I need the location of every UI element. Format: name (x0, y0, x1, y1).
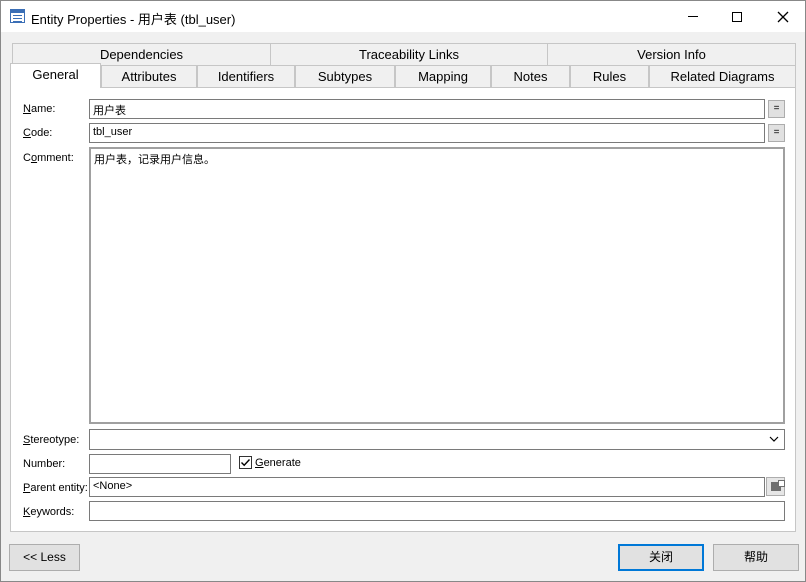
generate-checkbox[interactable] (239, 456, 252, 469)
tab-mapping[interactable]: Mapping (395, 65, 491, 87)
code-equals-button[interactable]: = (768, 124, 785, 142)
stereotype-label: Stereotype: (23, 434, 80, 446)
stereotype-combobox[interactable] (89, 429, 785, 450)
name-equals-button[interactable]: = (768, 100, 785, 118)
tab-row-bottom: General Attributes Identifiers Subtypes … (10, 63, 796, 88)
tab-subtypes[interactable]: Subtypes (295, 65, 395, 87)
close-window-button[interactable] (761, 1, 805, 32)
tab-traceability-links[interactable]: Traceability Links (270, 43, 548, 65)
help-button[interactable]: 帮助 (713, 544, 799, 571)
tab-rules[interactable]: Rules (570, 65, 649, 87)
close-button[interactable]: 关闭 (618, 544, 704, 571)
select-parent-button[interactable] (766, 477, 785, 496)
name-label: Name: (23, 103, 56, 115)
title-bar: Entity Properties - 用户表 (tbl_user) (1, 1, 805, 32)
entity-properties-icon (10, 9, 25, 23)
general-tab-panel: Name: 用户表 = Code: tbl_user = Comment: 用户… (10, 87, 796, 532)
tab-version-info[interactable]: Version Info (547, 43, 796, 65)
minimize-button[interactable] (671, 1, 715, 32)
checkmark-icon (241, 459, 251, 467)
chevron-down-icon (769, 436, 779, 442)
entity-properties-window: Entity Properties - 用户表 (tbl_user) Depen… (0, 0, 806, 582)
tab-related-diagrams[interactable]: Related Diagrams (649, 65, 796, 87)
comment-label: Comment: (23, 152, 74, 164)
keywords-field[interactable] (89, 501, 785, 521)
generate-label[interactable]: Generate (255, 457, 301, 469)
name-field[interactable]: 用户表 (89, 99, 765, 119)
minimize-icon (688, 16, 698, 17)
less-button[interactable]: << Less (9, 544, 80, 571)
number-label: Number: (23, 458, 66, 470)
tab-identifiers[interactable]: Identifiers (197, 65, 295, 87)
tab-notes[interactable]: Notes (491, 65, 570, 87)
number-field[interactable] (89, 454, 231, 474)
maximize-icon (732, 11, 742, 22)
window-title: Entity Properties - 用户表 (tbl_user) (31, 12, 236, 27)
comment-textarea[interactable]: 用户表，记录用户信息。 (89, 147, 785, 424)
tab-general[interactable]: General (10, 63, 101, 88)
maximize-button[interactable] (715, 1, 759, 32)
parent-entity-field: <None> (89, 477, 765, 497)
close-icon (777, 11, 789, 22)
tab-dependencies[interactable]: Dependencies (12, 43, 271, 65)
keywords-label: Keywords: (23, 506, 75, 518)
parent-entity-label: Parent entity: (23, 482, 88, 494)
tab-row-top: Dependencies Traceability Links Version … (10, 43, 796, 65)
code-label: Code: (23, 127, 53, 139)
tab-attributes[interactable]: Attributes (101, 65, 197, 87)
code-field[interactable]: tbl_user (89, 123, 765, 143)
